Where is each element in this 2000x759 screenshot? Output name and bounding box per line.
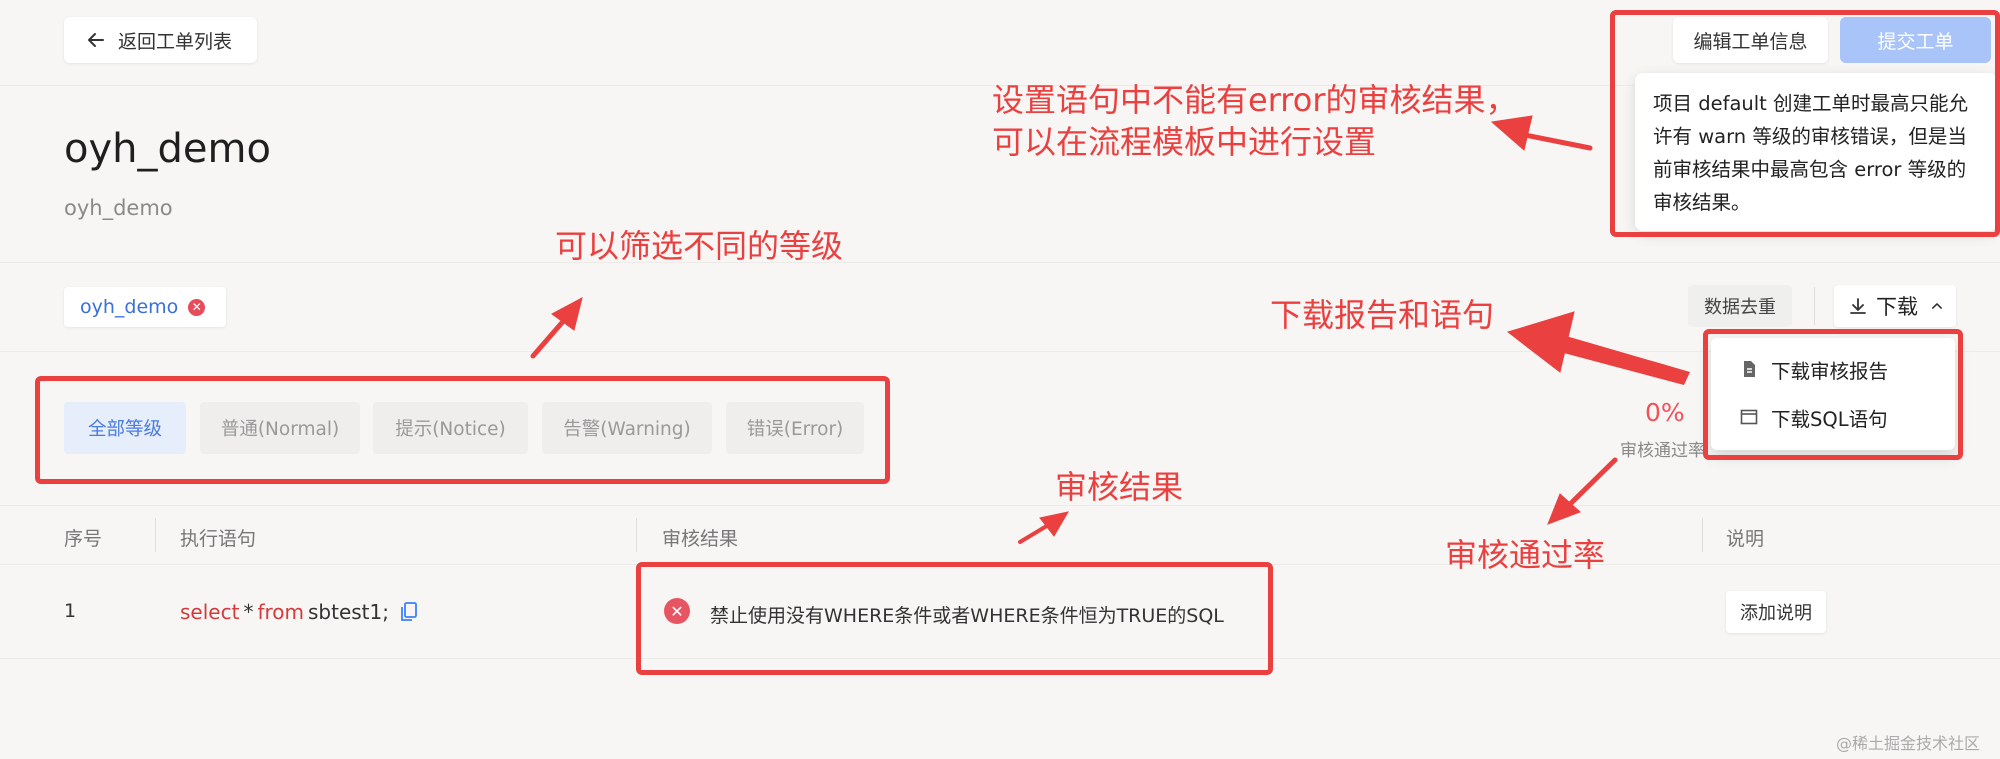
add-note-button[interactable]: 添加说明 bbox=[1726, 591, 1826, 633]
copy-icon[interactable] bbox=[399, 601, 419, 623]
column-divider bbox=[636, 518, 637, 552]
download-button[interactable]: 下载 bbox=[1834, 285, 1956, 327]
back-to-list-button[interactable]: 返回工单列表 bbox=[64, 17, 257, 63]
download-label: 下载 bbox=[1876, 295, 1918, 319]
pass-rate-value: 0% bbox=[1645, 398, 1685, 427]
back-button-label: 返回工单列表 bbox=[118, 30, 233, 53]
pass-rate-label: 审核通过率 bbox=[1620, 441, 1705, 461]
arrow-head bbox=[1490, 115, 1533, 151]
arrow-left-icon bbox=[88, 33, 104, 47]
column-header-statement: 执行语句 bbox=[180, 528, 257, 550]
dedupe-button[interactable]: 数据去重 bbox=[1688, 285, 1792, 327]
column-header-result: 审核结果 bbox=[662, 528, 739, 550]
close-icon[interactable]: ✕ bbox=[188, 298, 206, 316]
page-title: oyh_demo bbox=[64, 126, 271, 172]
sql-star: * bbox=[243, 600, 254, 624]
annotation-box-submit bbox=[1610, 10, 2000, 237]
column-header-index: 序号 bbox=[64, 528, 103, 550]
annotation-pass-rate: 审核通过率 bbox=[1445, 536, 1606, 574]
annotation-level-setting-line2: 可以在流程模板中进行设置 bbox=[992, 123, 1377, 161]
annotation-level-setting-line1: 设置语句中不能有error的审核结果， bbox=[992, 81, 1518, 119]
column-divider bbox=[1702, 518, 1703, 552]
page-subtitle: oyh_demo bbox=[64, 196, 173, 220]
annotation-audit-result: 审核结果 bbox=[1055, 468, 1184, 506]
datasource-tag[interactable]: oyh_demo ✕ bbox=[64, 287, 226, 327]
table-header bbox=[0, 505, 2000, 565]
annotation-filter-levels: 可以筛选不同的等级 bbox=[555, 227, 844, 265]
annotation-download: 下载报告和语句 bbox=[1270, 296, 1495, 334]
sql-table: sbtest1; bbox=[307, 600, 389, 624]
sql-statement: select * from sbtest1; bbox=[180, 600, 419, 624]
watermark: @稀土掘金技术社区 bbox=[1836, 734, 1981, 753]
arrow-shape bbox=[1517, 131, 1593, 151]
download-icon bbox=[1850, 298, 1866, 314]
sql-keyword: from bbox=[257, 600, 304, 624]
datasource-tag-label: oyh_demo bbox=[80, 296, 179, 318]
divider bbox=[1814, 287, 1815, 325]
sql-keyword: select bbox=[180, 600, 240, 624]
chevron-up-icon bbox=[1932, 303, 1942, 309]
column-header-note: 说明 bbox=[1726, 528, 1765, 550]
annotation-box-levels bbox=[35, 376, 890, 484]
column-divider bbox=[155, 518, 156, 552]
annotation-box-result bbox=[636, 562, 1273, 675]
annotation-box-download bbox=[1703, 329, 1963, 460]
row-index: 1 bbox=[64, 600, 77, 622]
